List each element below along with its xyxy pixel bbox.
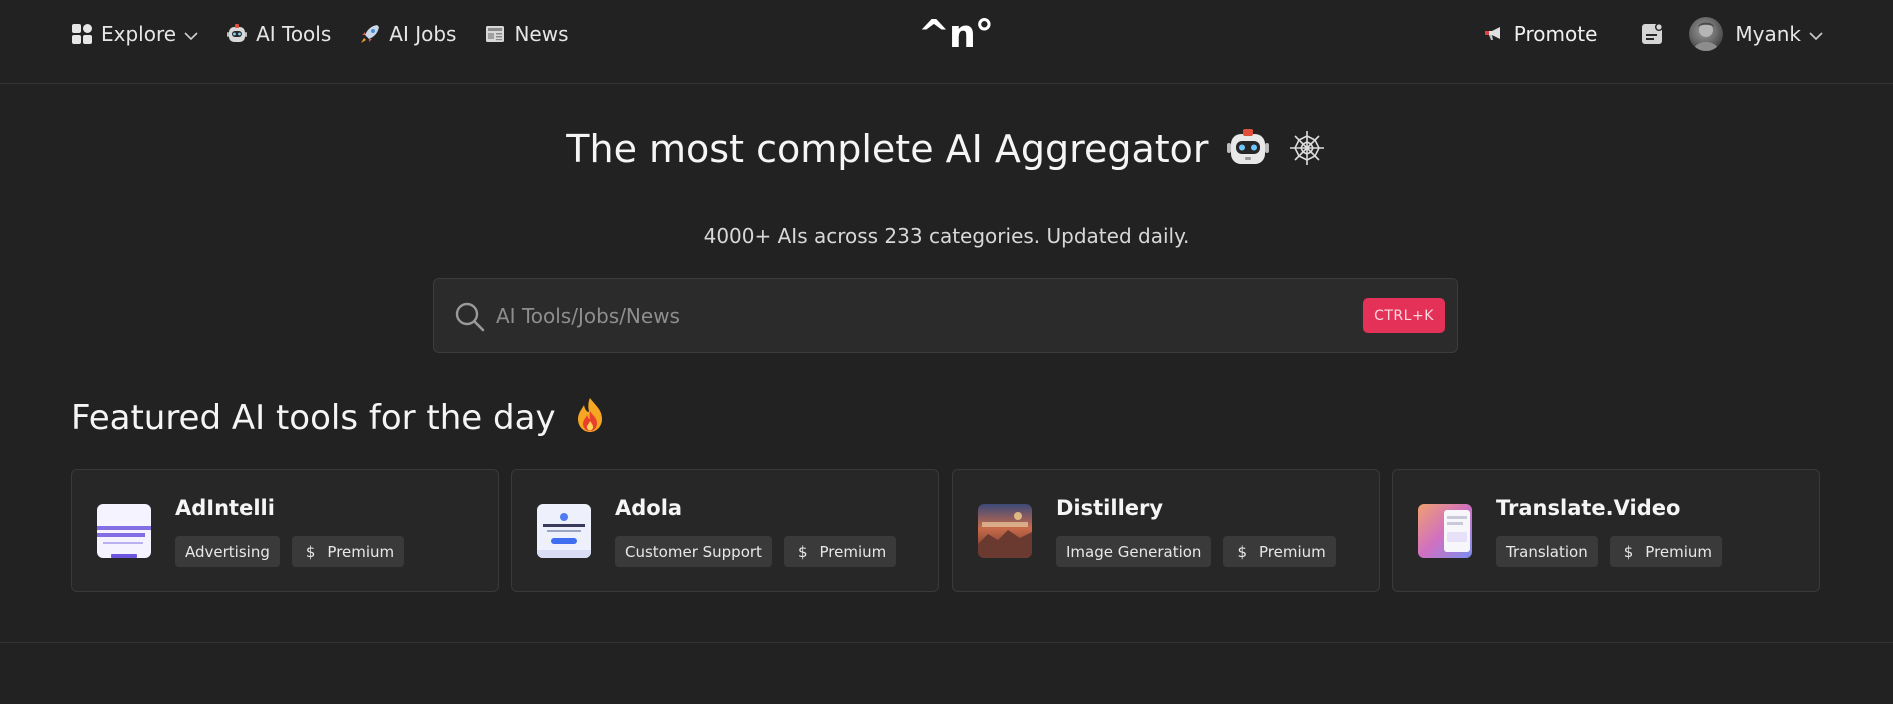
pricing-tag: $ Premium — [783, 536, 897, 567]
category-tag[interactable]: Advertising — [175, 536, 280, 567]
nav-right: Promote Myank — [1484, 17, 1823, 51]
category-label: Customer Support — [625, 542, 762, 561]
promote-button[interactable]: Promote — [1484, 22, 1598, 46]
page: Explore AI Tools AI Jobs News ^n° Promot… — [0, 0, 1893, 704]
tool-tags: Image Generation $ Premium — [1056, 536, 1336, 567]
fire-icon — [574, 397, 606, 442]
page-title: The most complete AI Aggregator — [0, 126, 1893, 177]
search-shortcut-badge: CTRL+K — [1363, 298, 1445, 333]
page-subtitle: 4000+ AIs across 233 categories. Updated… — [703, 224, 1190, 248]
tool-tags: Customer Support $ Premium — [615, 536, 897, 567]
nav-ai-tools-label: AI Tools — [256, 22, 332, 46]
robot-icon — [1226, 126, 1269, 177]
pricing-tag: $ Premium — [1609, 536, 1723, 567]
pricing-tag: $ Premium — [1223, 536, 1336, 567]
site-logo[interactable]: ^n° — [918, 12, 994, 56]
nav-left: Explore AI Tools AI Jobs News — [71, 19, 569, 49]
dollar-icon: $ — [305, 542, 316, 561]
dollar-icon: $ — [797, 542, 808, 561]
pricing-label: Premium — [819, 542, 887, 561]
dollar-icon: $ — [1623, 542, 1634, 561]
grid-icon — [71, 23, 93, 45]
newspaper-icon — [484, 23, 506, 45]
featured-cards: AdIntelli Advertising $ Premium Adola Cus… — [71, 469, 1821, 592]
tool-thumbnail — [978, 504, 1032, 558]
category-label: Translation — [1506, 542, 1588, 561]
page-title-text: The most complete AI Aggregator — [566, 127, 1209, 171]
featured-title-text: Featured AI tools for the day — [71, 398, 556, 438]
pricing-tag: $ Premium — [291, 536, 405, 567]
user-menu[interactable]: Myank — [1689, 17, 1823, 51]
tool-name: AdIntelli — [175, 496, 275, 520]
nav-ai-tools[interactable]: AI Tools — [226, 22, 331, 46]
search-input[interactable] — [496, 297, 1296, 335]
tool-name: Translate.Video — [1496, 496, 1681, 520]
category-label: Image Generation — [1066, 542, 1202, 561]
nav-explore-label: Explore — [101, 22, 177, 46]
promote-label: Promote — [1513, 22, 1598, 46]
dollar-icon: $ — [1237, 542, 1247, 561]
nav-ai-jobs-label: AI Jobs — [389, 22, 457, 46]
featured-section-title: Featured AI tools for the day — [71, 397, 606, 442]
tool-name: Adola — [615, 496, 683, 520]
tool-thumbnail — [1418, 504, 1472, 558]
tool-name: Distillery — [1056, 496, 1164, 520]
tool-tags: Translation $ Premium — [1496, 536, 1723, 567]
tool-card[interactable]: AdIntelli Advertising $ Premium — [71, 469, 499, 592]
search-bar[interactable]: CTRL+K — [433, 278, 1458, 353]
tool-card[interactable]: Distillery Image Generation $ Premium — [952, 469, 1380, 592]
nav-explore[interactable]: Explore — [71, 22, 198, 46]
category-label: Advertising — [185, 542, 270, 561]
pricing-label: Premium — [327, 542, 395, 561]
avatar — [1689, 17, 1724, 51]
tool-thumbnail — [537, 504, 591, 558]
chevron-down-icon — [184, 22, 198, 46]
chevron-down-icon — [1809, 22, 1823, 46]
user-name: Myank — [1735, 22, 1801, 46]
tool-thumbnail — [97, 504, 151, 558]
pricing-label: Premium — [1645, 542, 1713, 561]
notes-icon[interactable] — [1641, 22, 1665, 46]
category-tag[interactable]: Translation — [1496, 536, 1598, 567]
robot-icon — [226, 23, 248, 45]
category-tag[interactable]: Image Generation — [1056, 536, 1212, 567]
tool-card[interactable]: Translate.Video Translation $ Premium — [1392, 469, 1820, 592]
top-nav: Explore AI Tools AI Jobs News ^n° Promot… — [0, 0, 1893, 84]
search-icon — [454, 301, 486, 333]
megaphone-icon — [1484, 22, 1504, 46]
pricing-label: Premium — [1258, 542, 1326, 561]
nav-news[interactable]: News — [484, 22, 569, 46]
rocket-icon — [359, 23, 381, 45]
nav-news-label: News — [514, 22, 569, 46]
tool-card[interactable]: Adola Customer Support $ Premium — [511, 469, 939, 592]
category-tag[interactable]: Customer Support — [615, 536, 772, 567]
tool-tags: Advertising $ Premium — [175, 536, 405, 567]
nav-ai-jobs[interactable]: AI Jobs — [359, 22, 456, 46]
section-divider — [0, 642, 1893, 643]
spider-web-icon — [1287, 128, 1327, 177]
